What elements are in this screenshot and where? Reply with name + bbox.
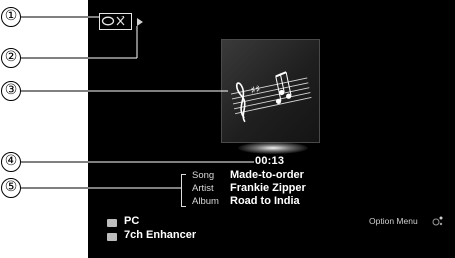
manual-figure: ♯♯ 00:13 Song Made-to-order Artist Frank… (0, 0, 455, 258)
artist-name: Frankie Zipper (230, 182, 306, 194)
callout-1: ① (1, 7, 21, 27)
song-label: Song (192, 170, 215, 181)
album-art: ♯♯ (221, 39, 320, 143)
album-label: Album (192, 196, 219, 207)
option-menu-label: Option Menu (369, 216, 418, 226)
dsp-program: 7ch Enhancer (124, 229, 197, 241)
dsp-icon (107, 233, 117, 241)
album-name: Road to India (230, 195, 300, 207)
option-menu-icon (432, 216, 443, 226)
input-source-icon (107, 219, 117, 227)
elapsed-time: 00:13 (255, 155, 285, 167)
callout-4: ④ (1, 152, 21, 172)
callout-5: ⑤ (1, 178, 21, 198)
repeat-mode-indicator (99, 13, 132, 30)
callout-2: ② (1, 48, 21, 68)
play-icon (137, 18, 143, 26)
artist-label: Artist (192, 183, 214, 194)
callout-3: ③ (1, 81, 21, 101)
input-source: PC (124, 215, 140, 227)
metadata-bracket (181, 174, 186, 207)
svg-text:♯♯: ♯♯ (250, 84, 262, 97)
song-title: Made-to-order (230, 169, 304, 181)
repeat-off-icon (101, 16, 125, 26)
music-note-icon: ♯♯ (230, 71, 312, 123)
album-reflection (238, 142, 308, 154)
